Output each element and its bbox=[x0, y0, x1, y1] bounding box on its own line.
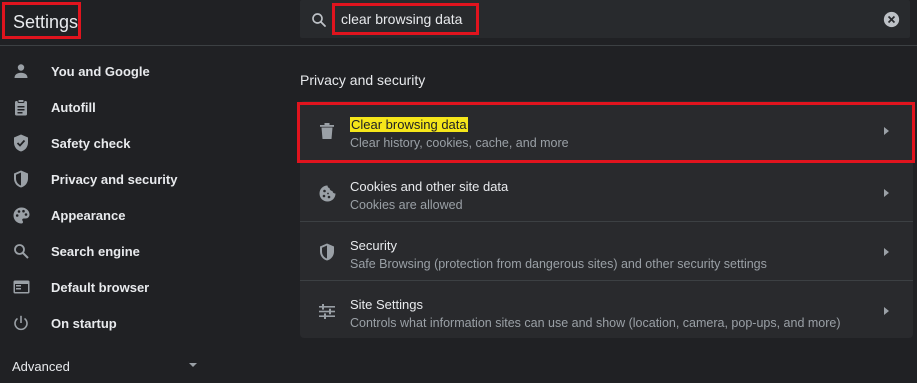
sidebar-item-label: On startup bbox=[51, 315, 117, 331]
sidebar-item-autofill[interactable]: Autofill bbox=[0, 89, 210, 125]
row-cookies[interactable]: Cookies and other site data Cookies are … bbox=[300, 162, 913, 220]
advanced-toggle[interactable]: Advanced bbox=[12, 355, 198, 377]
chevron-right-icon bbox=[884, 307, 889, 315]
search-icon bbox=[12, 242, 30, 260]
settings-app: Settings You and Google bbox=[0, 0, 917, 383]
sidebar-item-label: You and Google bbox=[51, 63, 150, 79]
row-title: Clear browsing data bbox=[350, 117, 468, 132]
row-site-settings[interactable]: Site Settings Controls what information … bbox=[300, 280, 913, 338]
search-input[interactable] bbox=[335, 6, 476, 32]
clear-search-icon[interactable] bbox=[883, 11, 900, 28]
sidebar-item-on-startup[interactable]: On startup bbox=[0, 305, 210, 341]
sidebar-item-label: Autofill bbox=[51, 99, 96, 115]
clipboard-icon bbox=[12, 98, 30, 116]
row-subtitle: Clear history, cookies, cache, and more bbox=[350, 136, 569, 150]
row-clear-browsing-data[interactable]: Clear browsing data Clear history, cooki… bbox=[300, 101, 913, 159]
search-box[interactable] bbox=[300, 0, 910, 38]
sidebar-item-safety-check[interactable]: Safety check bbox=[0, 125, 210, 161]
sidebar-item-label: Safety check bbox=[51, 135, 131, 151]
sidebar-item-label: Search engine bbox=[51, 243, 140, 259]
row-title: Security bbox=[350, 238, 397, 253]
person-icon bbox=[12, 62, 30, 80]
shield-check-icon bbox=[12, 134, 30, 152]
row-subtitle: Cookies are allowed bbox=[350, 198, 463, 212]
cookie-icon bbox=[318, 184, 336, 202]
search-input-highlight bbox=[332, 3, 479, 35]
row-title: Cookies and other site data bbox=[350, 179, 509, 194]
shield-icon bbox=[318, 243, 336, 261]
sidebar-item-you-and-google[interactable]: You and Google bbox=[0, 53, 210, 89]
power-icon bbox=[12, 314, 30, 332]
search-match-highlight: Clear browsing data bbox=[350, 117, 468, 132]
chevron-right-icon bbox=[884, 127, 889, 135]
sidebar-item-search-engine[interactable]: Search engine bbox=[0, 233, 210, 269]
browser-icon bbox=[12, 278, 30, 296]
sidebar-item-default-browser[interactable]: Default browser bbox=[0, 269, 210, 305]
trash-icon bbox=[318, 122, 336, 140]
sidebar-item-appearance[interactable]: Appearance bbox=[0, 197, 210, 233]
sidebar-item-label: Appearance bbox=[51, 207, 126, 223]
sidebar-item-label: Default browser bbox=[51, 279, 150, 295]
row-subtitle: Safe Browsing (protection from dangerous… bbox=[350, 257, 767, 271]
shield-icon bbox=[12, 170, 30, 188]
chevron-right-icon bbox=[884, 189, 889, 197]
row-security[interactable]: Security Safe Browsing (protection from … bbox=[300, 221, 913, 279]
section-title: Privacy and security bbox=[300, 72, 426, 88]
chevron-down-icon bbox=[189, 363, 197, 367]
sidebar: You and Google Autofill Safety check Pri… bbox=[0, 47, 210, 383]
top-bar: Settings bbox=[0, 0, 917, 46]
page-title: Settings bbox=[2, 2, 81, 39]
row-subtitle: Controls what information sites can use … bbox=[350, 316, 841, 330]
search-icon bbox=[312, 13, 326, 27]
advanced-label: Advanced bbox=[12, 358, 70, 374]
tune-icon bbox=[318, 302, 336, 320]
row-title: Site Settings bbox=[350, 297, 423, 312]
sidebar-item-privacy-and-security[interactable]: Privacy and security bbox=[0, 161, 210, 197]
chevron-right-icon bbox=[884, 248, 889, 256]
privacy-security-card: Clear browsing data Clear history, cooki… bbox=[300, 101, 913, 338]
palette-icon bbox=[12, 206, 30, 224]
sidebar-item-label: Privacy and security bbox=[51, 171, 178, 187]
